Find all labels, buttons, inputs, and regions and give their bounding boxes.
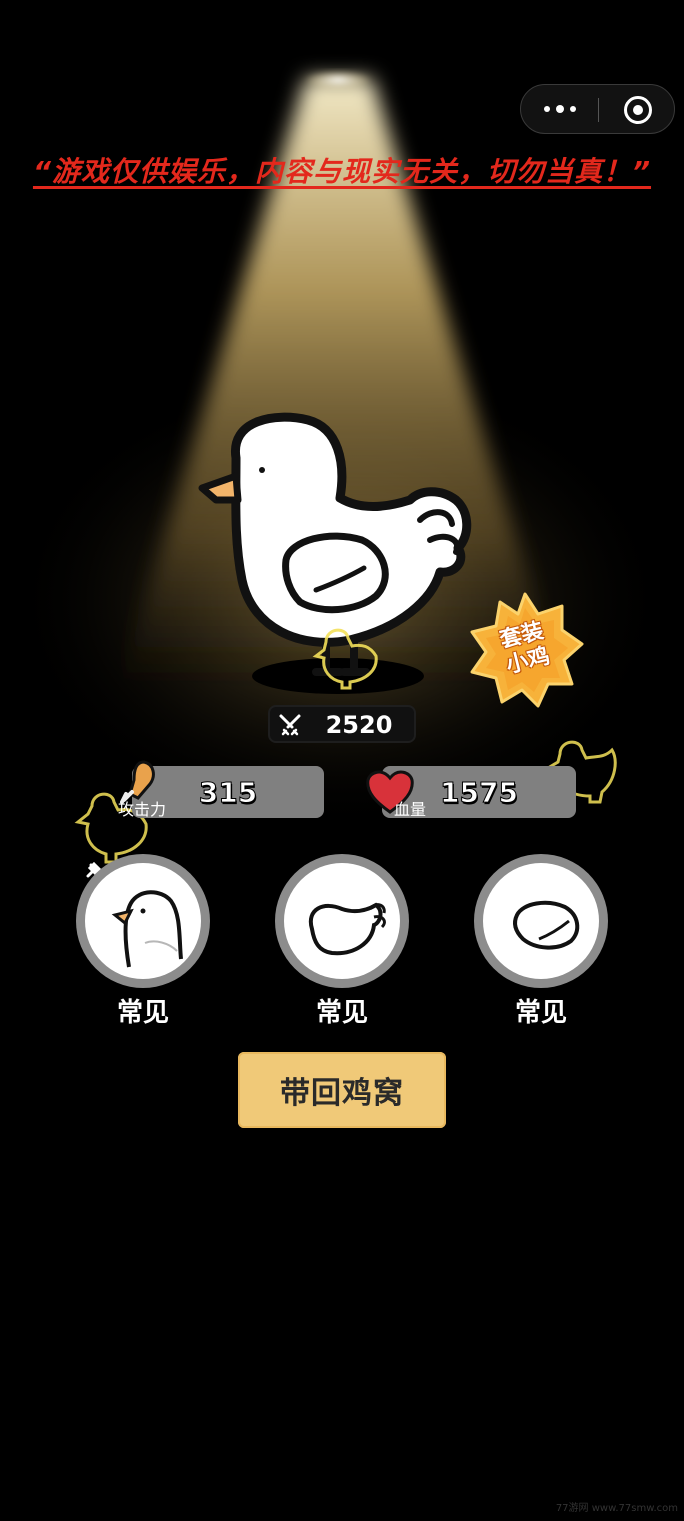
ghost-chick-icon <box>312 628 378 690</box>
part-rarity-body: 常见 <box>315 998 368 1028</box>
part-rarity-wing: 常见 <box>514 998 567 1028</box>
watermark: 77游网 www.77smw.com <box>555 1503 678 1514</box>
miniprogram-capsule <box>520 84 675 134</box>
set-chick-badge[interactable]: 套装 小鸡 <box>466 590 584 708</box>
disclaimer-text: “游戏仅供娱乐，内容与现实无关，切勿当真！” <box>32 155 652 188</box>
part-slot-head[interactable] <box>76 854 210 988</box>
game-screen: “游戏仅供娱乐，内容与现实无关，切勿当真！” 套装 小鸡 2520 315 攻击… <box>0 0 684 1521</box>
combat-power-value: 2520 <box>325 711 393 739</box>
combat-power: 2520 <box>268 705 416 743</box>
more-dots-icon[interactable] <box>521 85 598 133</box>
crossed-swords-icon <box>279 714 301 736</box>
chicken-body-icon <box>308 902 386 956</box>
target-close-icon[interactable] <box>624 96 652 124</box>
capsule-divider <box>598 98 599 122</box>
chicken-head-icon <box>111 890 183 968</box>
chicken-wing-icon <box>513 900 580 950</box>
lamp <box>304 70 372 90</box>
bring-back-to-coop-button[interactable]: 带回鸡窝 <box>238 1052 446 1128</box>
hp-label: 血量 <box>394 800 427 819</box>
part-rarity-head: 常见 <box>116 998 169 1028</box>
bring-back-button-label: 带回鸡窝 <box>280 1076 404 1111</box>
part-slot-body[interactable] <box>275 854 409 988</box>
attack-label: 攻击力 <box>118 800 167 819</box>
part-slot-wing[interactable] <box>474 854 608 988</box>
